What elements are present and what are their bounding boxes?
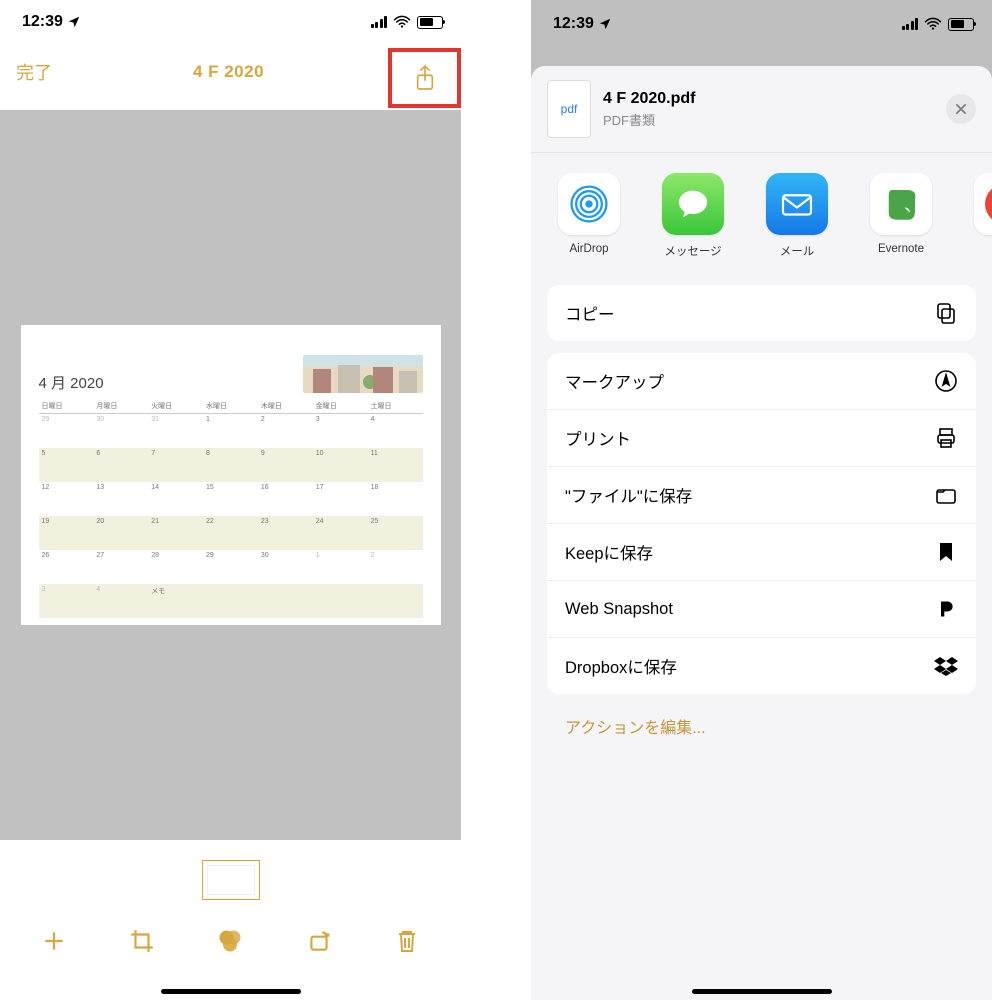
filter-button[interactable] [214, 925, 246, 957]
file-name: 4 F 2020.pdf [603, 90, 934, 108]
actions-list: コピー マークアッププリント"ファイル"に保存Keepに保存Web Snapsh… [531, 273, 992, 758]
signal-icon [371, 16, 388, 28]
location-icon [67, 15, 81, 29]
app-row[interactable]: AirDrop メッセージメール Evernote C [531, 152, 992, 273]
status-bar: 12:39 [0, 0, 461, 44]
app-メール[interactable]: メール [759, 173, 835, 259]
close-button[interactable] [946, 94, 976, 124]
action-copy[interactable]: コピー [547, 285, 976, 341]
action-p-icon[interactable]: Web Snapshot [547, 581, 976, 638]
file-thumbnail: pdf [547, 80, 591, 138]
calendar-table: 日曜日月曜日火曜日水曜日木曜日金曜日土曜日 293031123456789101… [39, 399, 423, 618]
markup-icon [934, 369, 958, 393]
p-icon-icon [934, 597, 958, 621]
doc-illustration [303, 355, 423, 393]
status-bar: 12:39 [531, 0, 992, 44]
share-sheet: pdf 4 F 2020.pdf PDF書類 AirDrop メッセージメール Ev… [531, 66, 992, 1000]
copy-icon [934, 301, 958, 325]
done-button[interactable]: 完了 [16, 59, 52, 85]
doc-title: 4 月 2020 [39, 372, 104, 393]
file-type: PDF書類 [603, 110, 934, 129]
home-indicator[interactable] [161, 989, 301, 994]
status-time: 12:39 [553, 15, 594, 33]
action-folder[interactable]: "ファイル"に保存 [547, 467, 976, 524]
rotate-button[interactable] [303, 925, 335, 957]
home-indicator[interactable] [692, 989, 832, 994]
share-button-highlight [388, 48, 461, 108]
battery-icon [948, 18, 974, 31]
action-dropbox[interactable]: Dropboxに保存 [547, 638, 976, 694]
location-icon [598, 17, 612, 31]
document-preview[interactable]: 4 月 2020 日曜日月曜日火曜日水曜日木曜日金曜日土曜日 293031123… [0, 110, 461, 840]
signal-icon [902, 18, 919, 30]
app-メッセージ[interactable]: メッセージ [655, 173, 731, 259]
document-page: 4 月 2020 日曜日月曜日火曜日水曜日木曜日金曜日土曜日 293031123… [21, 325, 441, 625]
right-phone: 12:39 pdf 4 F 2020.pdf PDF書類 AirDrop メッセー… [531, 0, 992, 1000]
app-C[interactable]: C [967, 173, 992, 259]
crop-button[interactable] [126, 925, 158, 957]
page-thumbnail[interactable] [202, 860, 260, 900]
action-print[interactable]: プリント [547, 410, 976, 467]
toolbar [0, 840, 461, 1000]
action-markup[interactable]: マークアップ [547, 353, 976, 410]
app-AirDrop[interactable]: AirDrop [551, 173, 627, 259]
app-Evernote[interactable]: Evernote [863, 173, 939, 259]
action-bookmark[interactable]: Keepに保存 [547, 524, 976, 581]
wifi-icon [393, 15, 411, 29]
status-time: 12:39 [22, 13, 63, 31]
share-icon[interactable] [414, 64, 436, 92]
folder-icon [934, 483, 958, 507]
add-button[interactable] [38, 925, 70, 957]
wifi-icon [924, 17, 942, 31]
print-icon [934, 426, 958, 450]
left-phone: 12:39 完了 4 F 2020 4 月 2020 日曜日月曜日火曜日水曜日木… [0, 0, 461, 1000]
close-icon [954, 102, 968, 116]
edit-actions-button[interactable]: アクションを編集... [547, 706, 976, 746]
battery-icon [417, 16, 443, 29]
page-title: 4 F 2020 [193, 62, 264, 82]
delete-button[interactable] [391, 925, 423, 957]
dropbox-icon [934, 654, 958, 678]
bookmark-icon [934, 540, 958, 564]
sheet-header: pdf 4 F 2020.pdf PDF書類 [531, 66, 992, 152]
